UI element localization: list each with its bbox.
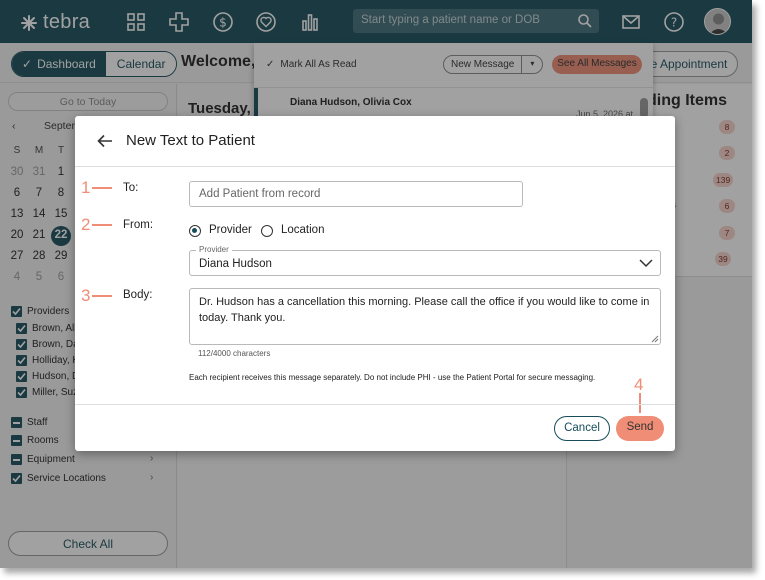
app-window: tebra $ Start typing a patient name or D… (0, 0, 752, 568)
modal-title: New Text to Patient (126, 132, 255, 149)
callout-line (92, 224, 112, 226)
modal-footer: Cancel Send (75, 404, 675, 451)
callout-line (92, 187, 112, 189)
callout-line (92, 295, 112, 297)
resize-grip-icon[interactable] (651, 335, 659, 343)
modal-header: New Text to Patient (75, 116, 675, 167)
to-patient-input[interactable]: Add Patient from record (189, 181, 523, 207)
callout-number: 1 (81, 178, 91, 197)
character-count: 112/4000 characters (198, 349, 271, 358)
phi-notice: Each recipient receives this message sep… (189, 373, 596, 382)
new-text-modal: New Text to Patient 1 To: Add Patient fr… (75, 116, 675, 451)
callout-number: 2 (81, 215, 91, 234)
to-label: To: (123, 182, 139, 194)
chevron-down-icon[interactable] (639, 258, 653, 268)
provider-select-legend: Provider (196, 245, 232, 254)
location-radio-label[interactable]: Location (281, 224, 324, 236)
from-label: From: (123, 219, 154, 231)
provider-select-value: Diana Hudson (199, 258, 272, 270)
message-body-textarea[interactable]: Dr. Hudson has a cancellation this morni… (189, 288, 661, 345)
provider-radio[interactable] (189, 225, 201, 237)
send-button[interactable]: Send (616, 416, 664, 441)
cancel-button[interactable]: Cancel (554, 416, 610, 441)
provider-select[interactable]: Provider Diana Hudson (189, 245, 661, 276)
back-arrow-icon[interactable] (97, 134, 113, 148)
body-label: Body: (123, 289, 153, 301)
callout-number: 3 (81, 286, 91, 305)
message-body-text: Dr. Hudson has a cancellation this morni… (199, 296, 650, 324)
callout-number: 4 (634, 375, 644, 394)
provider-radio-label[interactable]: Provider (209, 224, 252, 236)
screenshot-frame: tebra $ Start typing a patient name or D… (0, 0, 752, 568)
location-radio[interactable] (261, 225, 273, 237)
